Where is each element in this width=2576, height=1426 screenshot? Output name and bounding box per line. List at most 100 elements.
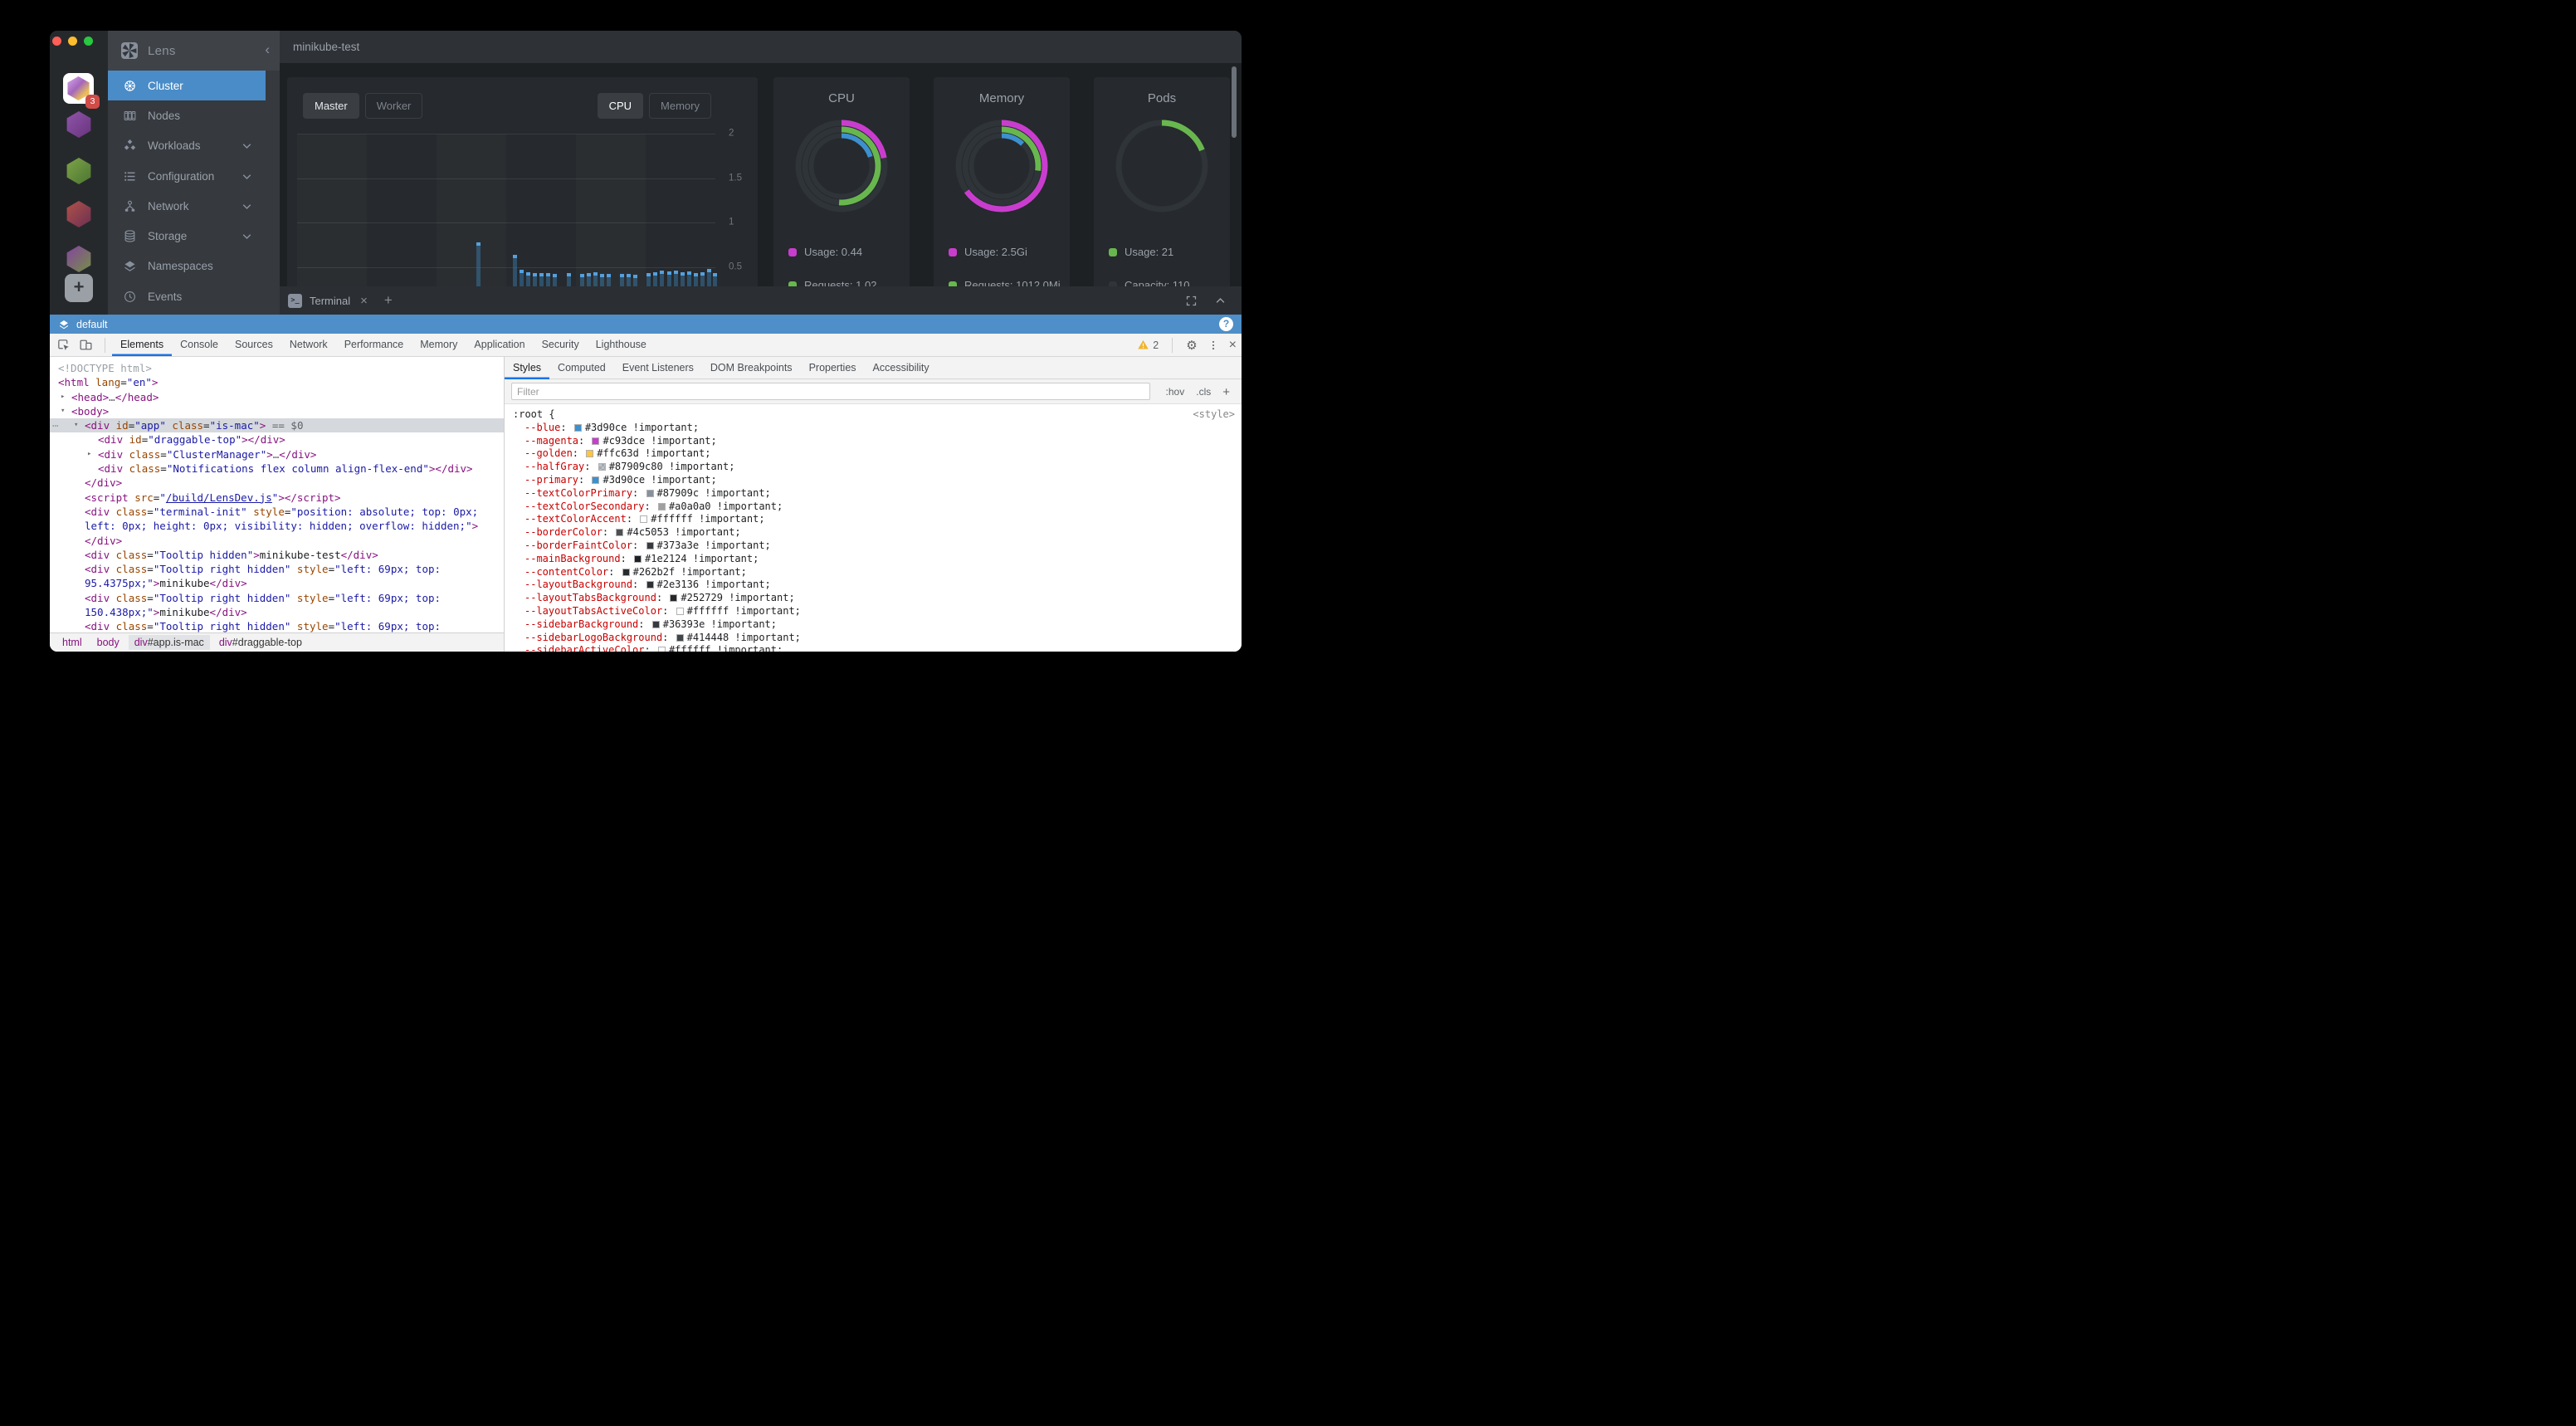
rail-cluster[interactable] [66,246,92,272]
devtools-tab-performance[interactable]: Performance [336,334,412,356]
css-variable-declaration[interactable]: --sidebarBackground: #36393e !important; [505,618,1242,632]
sidebar-item-storage[interactable]: Storage [108,221,266,251]
elements-tree-node[interactable]: <div id="draggable-top"></div> [50,432,504,447]
elements-tree-node[interactable]: <!DOCTYPE html> [50,361,504,375]
terminal-close-icon[interactable]: × [360,294,368,308]
elements-tree-node[interactable]: <div class="Tooltip right hidden" style=… [50,619,504,632]
style-source-link[interactable]: <style> [1193,408,1235,420]
device-toolbar-icon[interactable] [79,338,93,352]
devtools-tab-console[interactable]: Console [172,334,227,356]
color-swatch[interactable] [586,450,593,457]
breadcrumb-item[interactable]: html [56,635,88,650]
devtools-tab-memory[interactable]: Memory [412,334,466,356]
elements-tree-node[interactable]: 150.438px;">minikube</div> [50,605,504,619]
color-swatch[interactable] [652,621,660,628]
css-variable-declaration[interactable]: --textColorSecondary: #a0a0a0 !important… [505,501,1242,514]
terminal-add-icon[interactable]: + [384,292,393,309]
terminal-tab[interactable]: Terminal [310,295,350,307]
terminal-expand-chevron-icon[interactable] [1214,295,1227,307]
css-variable-declaration[interactable]: --layoutTabsBackground: #252729 !importa… [505,592,1242,605]
css-variable-declaration[interactable]: --layoutBackground: #2e3136 !important; [505,579,1242,592]
styles-tab-properties[interactable]: Properties [801,357,865,379]
elements-tree-node[interactable]: left: 0px; height: 0px; visibility: hidd… [50,519,504,533]
elements-tree-node[interactable]: 95.4375px;">minikube</div> [50,576,504,590]
minimize-window-button[interactable] [68,37,77,46]
elements-tree-node[interactable]: </div> [50,534,504,548]
css-variable-declaration[interactable]: --halfGray: #87909c80 !important; [505,461,1242,474]
devtools-tab-application[interactable]: Application [466,334,533,356]
color-swatch[interactable] [616,529,623,536]
zoom-window-button[interactable] [84,37,93,46]
styles-tab-dom-breakpoints[interactable]: DOM Breakpoints [702,357,801,379]
node-expand-arrow[interactable]: ▸ [61,390,65,404]
color-swatch[interactable] [592,437,599,445]
color-swatch[interactable] [646,490,654,497]
color-swatch[interactable] [574,424,582,432]
elements-tree-node[interactable]: <html lang="en"> [50,375,504,389]
devtools-close-icon[interactable]: × [1229,338,1237,353]
sidebar-item-events[interactable]: Events [108,281,266,311]
devtools-tab-network[interactable]: Network [281,334,336,356]
sidebar-collapse-icon[interactable]: ‹ [265,42,270,57]
elements-tree-node[interactable]: ▸<head>…</head> [50,390,504,404]
elements-tree-node[interactable]: <div class="Notifications flex column al… [50,461,504,476]
css-variable-declaration[interactable]: --sidebarActiveColor: #ffffff !important… [505,644,1242,652]
breadcrumb-item[interactable]: body [91,635,125,650]
dashboard-scrollbar[interactable] [1232,66,1237,138]
css-variable-declaration[interactable]: --magenta: #c93dce !important; [505,435,1242,448]
color-swatch[interactable] [670,594,677,602]
rail-cluster[interactable] [66,111,92,138]
css-variable-declaration[interactable]: --textColorPrimary: #87909c !important; [505,487,1242,501]
rail-cluster[interactable] [66,158,92,184]
css-variable-declaration[interactable]: --blue: #3d90ce !important; [505,422,1242,435]
css-variable-declaration[interactable]: --borderFaintColor: #373a3e !important; [505,540,1242,553]
color-swatch[interactable] [676,634,684,642]
css-variable-declaration[interactable]: --golden: #ffc63d !important; [505,447,1242,461]
rail-cluster[interactable] [66,201,92,227]
elements-tree-node[interactable]: ▸<div class="ClusterManager">…</div> [50,447,504,461]
styles-tab-accessibility[interactable]: Accessibility [865,357,938,379]
css-variable-declaration[interactable]: --sidebarLogoBackground: #414448 !import… [505,632,1242,645]
css-variable-declaration[interactable]: --contentColor: #262b2f !important; [505,566,1242,579]
devtools-tab-elements[interactable]: Elements [112,334,172,356]
close-window-button[interactable] [52,37,61,46]
node-expand-arrow[interactable]: ▾ [61,404,65,418]
elements-tree-node[interactable]: <div class="Tooltip right hidden" style=… [50,562,504,576]
active-namespace[interactable]: default [76,319,108,330]
rail-cluster-active[interactable]: 3 [63,73,94,104]
node-expand-arrow[interactable]: ▸ [87,447,91,461]
color-swatch[interactable] [634,555,642,563]
elements-tree-node[interactable]: <div class="Tooltip hidden">minikube-tes… [50,548,504,562]
styles-tab-event-listeners[interactable]: Event Listeners [614,357,702,379]
sidebar-item-workloads[interactable]: Workloads [108,131,266,161]
color-swatch[interactable] [646,542,654,549]
color-swatch[interactable] [592,476,599,484]
elements-tree-node[interactable]: <script src="/build/LensDev.js"></script… [50,491,504,505]
devtools-tab-security[interactable]: Security [534,334,588,356]
breadcrumb-item[interactable]: div#draggable-top [213,635,308,650]
elements-tree-node[interactable]: <div class="Tooltip right hidden" style=… [50,591,504,605]
inspect-element-icon[interactable] [56,338,71,352]
color-swatch[interactable] [598,463,606,471]
color-swatch[interactable] [676,608,684,615]
sidebar-item-network[interactable]: Network [108,191,266,221]
add-cluster-button[interactable]: + [65,274,93,302]
node-expand-arrow[interactable]: ▾ [74,418,78,432]
css-variable-declaration[interactable]: --textColorAccent: #ffffff !important; [505,513,1242,526]
sidebar-item-cluster[interactable]: Cluster [108,71,266,100]
styles-filter-input[interactable] [511,383,1150,400]
elements-tree-node[interactable]: ▾<body> [50,404,504,418]
css-variable-declaration[interactable]: --primary: #3d90ce !important; [505,474,1242,487]
sidebar-item-nodes[interactable]: Nodes [108,100,266,130]
devtools-menu-icon[interactable] [1208,339,1219,351]
color-swatch[interactable] [622,569,630,576]
styles-tab-styles[interactable]: Styles [505,357,549,379]
elements-tree-node[interactable]: </div> [50,476,504,490]
terminal-fullscreen-icon[interactable] [1185,295,1198,307]
console-warning-badge[interactable]: 2 [1137,339,1159,351]
styles-tab-computed[interactable]: Computed [549,357,614,379]
color-swatch[interactable] [640,515,647,523]
help-button[interactable]: ? [1219,317,1233,331]
toggle-class-button[interactable]: .cls [1196,386,1211,398]
devtools-settings-icon[interactable]: ⚙ [1186,338,1197,353]
